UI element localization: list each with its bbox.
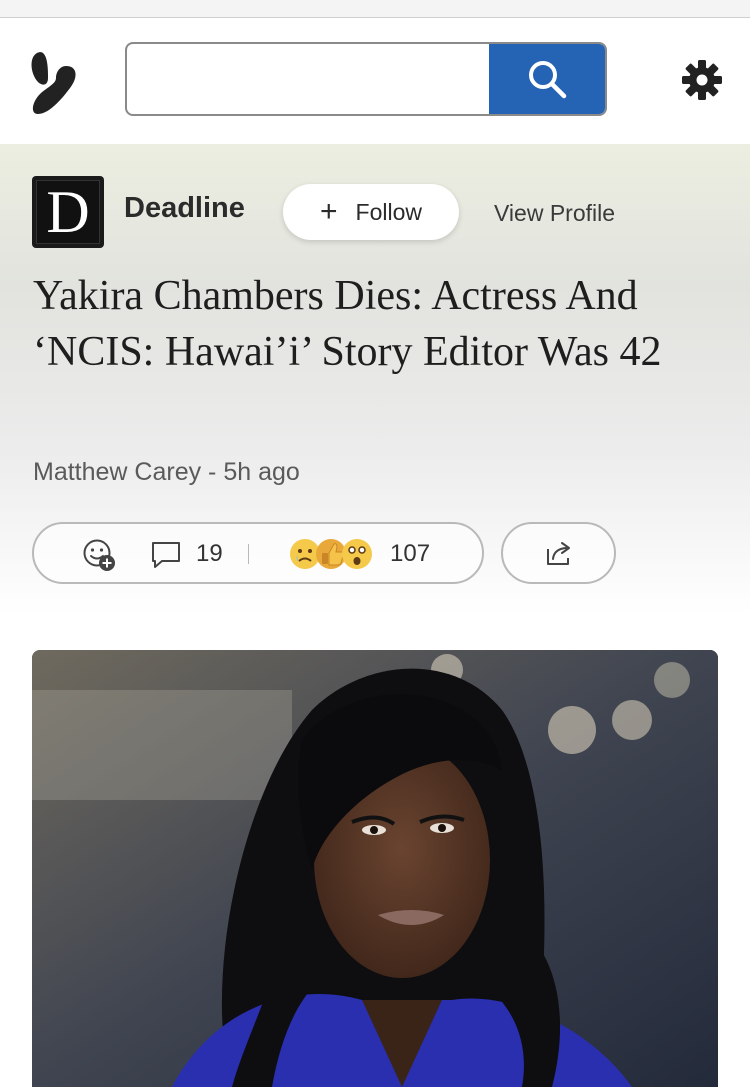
browser-top-strip bbox=[0, 0, 750, 18]
search-bar bbox=[125, 42, 607, 116]
sad-face-icon bbox=[290, 539, 320, 569]
search-button[interactable] bbox=[489, 44, 605, 114]
publisher-name[interactable]: Deadline bbox=[124, 192, 245, 225]
reaction-count[interactable]: 107 bbox=[390, 540, 430, 568]
engagement-divider bbox=[248, 544, 249, 564]
share-icon bbox=[546, 542, 570, 565]
article-byline: Matthew Carey - 5h ago bbox=[33, 458, 300, 486]
surprised-face-icon bbox=[342, 539, 372, 569]
reaction-emojis[interactable] bbox=[288, 536, 374, 572]
article-hero-image[interactable] bbox=[32, 650, 718, 1087]
article-header: D Deadline + Follow View Profile Yakira … bbox=[0, 144, 750, 614]
article-title: Yakira Chambers Dies: Actress And ‘NCIS:… bbox=[33, 273, 662, 375]
engagement-bar: 19 107 bbox=[32, 522, 484, 584]
thumbs-up-icon bbox=[316, 539, 346, 569]
butterfly-logo-icon[interactable] bbox=[26, 48, 82, 118]
publisher-logo-letter: D bbox=[36, 180, 100, 244]
app-header bbox=[0, 18, 750, 144]
publisher-logo[interactable]: D bbox=[32, 176, 104, 248]
view-profile-link[interactable]: View Profile bbox=[494, 200, 615, 227]
follow-button[interactable]: + Follow bbox=[283, 184, 459, 240]
add-reaction-icon[interactable] bbox=[82, 538, 116, 572]
plus-icon: + bbox=[320, 195, 338, 228]
follow-label: Follow bbox=[355, 198, 422, 225]
comment-icon[interactable] bbox=[150, 540, 182, 570]
comment-count[interactable]: 19 bbox=[196, 540, 223, 568]
search-input[interactable] bbox=[127, 44, 491, 114]
gear-icon[interactable] bbox=[680, 58, 724, 102]
share-button[interactable] bbox=[501, 522, 616, 584]
search-icon bbox=[529, 61, 567, 99]
